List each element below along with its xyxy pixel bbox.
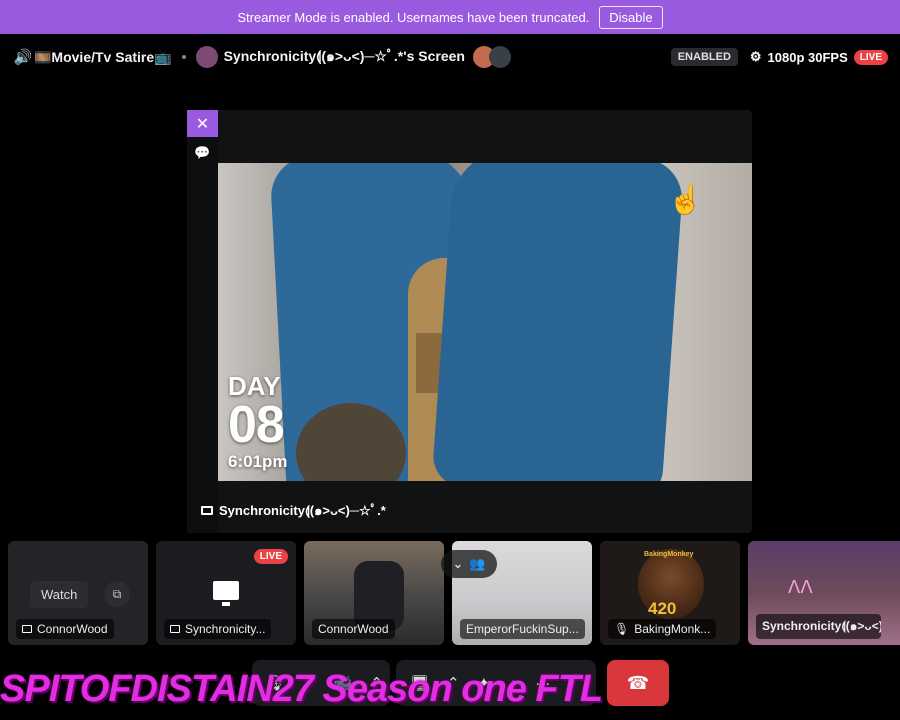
screen-share-icon <box>213 581 239 600</box>
streamer-label: Synchronicity⟬(๑>ᴗ<)─☆ﾟ.* <box>201 500 386 521</box>
channel-name[interactable]: 🎞️Movie/Tv Satire📺 <box>34 49 172 66</box>
participant-name-tag: EmperorFuckinSup... <box>460 619 585 639</box>
enabled-badge: ENABLED <box>670 48 738 66</box>
disable-button[interactable]: Disable <box>599 5 663 29</box>
viewer-avatar[interactable] <box>488 46 511 68</box>
screen-share-icon <box>22 625 32 633</box>
participant-name-tag: Synchronicity⟬(๑>ᴗ<) <box>756 614 881 639</box>
screen-share-icon <box>222 602 230 606</box>
live-badge: LIVE <box>853 49 888 65</box>
participant-name-tag: 🎙 BakingMonk... <box>608 619 717 639</box>
call-header: 🔊 🎞️Movie/Tv Satire📺 Synchronicity⟬(๑˃ᴗ˂… <box>0 34 900 80</box>
viewer-side-rail <box>187 110 218 533</box>
participant-name: ConnorWood <box>318 622 389 636</box>
participant-name: BakingMonk... <box>634 622 711 636</box>
people-icon: 👥 <box>469 556 486 571</box>
date-overlay: DAY 08 6:01pm <box>228 373 288 470</box>
stream-title: Synchronicity⟬(๑˃ᴗ˂)─☆ﾟ.*'s Screen <box>223 48 465 64</box>
overlay-day-number: 08 <box>228 396 285 454</box>
participant-tile[interactable]: Watch ⧉ ConnorWood <box>8 541 148 645</box>
participant-name: Synchronicity... <box>185 622 266 636</box>
quality-label: 1080p 30FPS <box>767 49 848 65</box>
close-icon[interactable]: ✕ <box>187 110 218 137</box>
overlay-time: 6:01pm <box>228 452 288 471</box>
hand-cursor-icon: ☝ <box>668 184 703 215</box>
participant-name-tag: Synchronicity... <box>164 619 272 639</box>
stream-video[interactable]: ☝ DAY 08 6:01pm <box>218 163 752 481</box>
stream-viewer[interactable]: ✕ 💬 ☝ DAY 08 6:01pm Synchronicity⟬(๑>ᴗ<)… <box>187 110 752 533</box>
participant-tile[interactable]: ᐱᐱ Synchronicity⟬(๑>ᴗ<) <box>748 541 900 645</box>
stream-watermark: SPITOFDISTAIN27 Season one FTL <box>0 668 603 710</box>
avatar-logo-number: 420 <box>648 599 677 618</box>
participant-name: ConnorWood <box>37 622 108 636</box>
participant-name-tag: ConnorWood <box>16 619 114 639</box>
video-figure <box>431 163 685 481</box>
separator-dot <box>181 55 186 59</box>
participant-tile[interactable]: ConnorWood <box>304 541 444 645</box>
speaker-icon: 🔊 <box>13 49 33 66</box>
screen-share-icon <box>201 506 213 515</box>
streamer-mode-banner: Streamer Mode is enabled. Usernames have… <box>0 0 900 34</box>
hang-up-icon: ☎ <box>626 672 650 693</box>
quality-icon: ⚙ <box>749 49 762 64</box>
screen-share-icon <box>170 625 180 633</box>
collapse-participants-button[interactable]: ⌄ 👥 <box>441 550 497 578</box>
live-badge: LIVE <box>253 549 288 564</box>
watch-button[interactable]: Watch <box>30 581 89 608</box>
participant-name-tag: ConnorWood <box>312 619 395 639</box>
popout-icon[interactable]: ⧉ <box>104 581 130 607</box>
muted-mic-icon: 🎙 <box>614 622 630 636</box>
participant-name: Synchronicity⟬(๑>ᴗ<) <box>762 619 881 633</box>
quality-indicator: ⚙ 1080p 30FPS LIVE <box>750 49 888 65</box>
chat-icon[interactable]: 💬 <box>187 145 218 165</box>
streamer-name: Synchronicity⟬(๑>ᴗ<)─☆ﾟ.* <box>219 503 386 518</box>
camera-feed: ᐱᐱ <box>788 577 813 597</box>
participant-name: EmperorFuckinSup... <box>466 622 579 636</box>
avatar-logo-text: BakingMonkey <box>644 551 694 558</box>
disconnect-button[interactable]: ☎ <box>607 660 669 706</box>
chevron-down-icon: ⌄ <box>452 556 464 571</box>
streamer-avatar <box>195 46 218 68</box>
participant-tile[interactable]: BakingMonkey 420 🎙 BakingMonk... <box>600 541 740 645</box>
participant-tile[interactable]: LIVE Synchronicity... <box>156 541 296 645</box>
banner-text: Streamer Mode is enabled. Usernames have… <box>237 9 590 25</box>
